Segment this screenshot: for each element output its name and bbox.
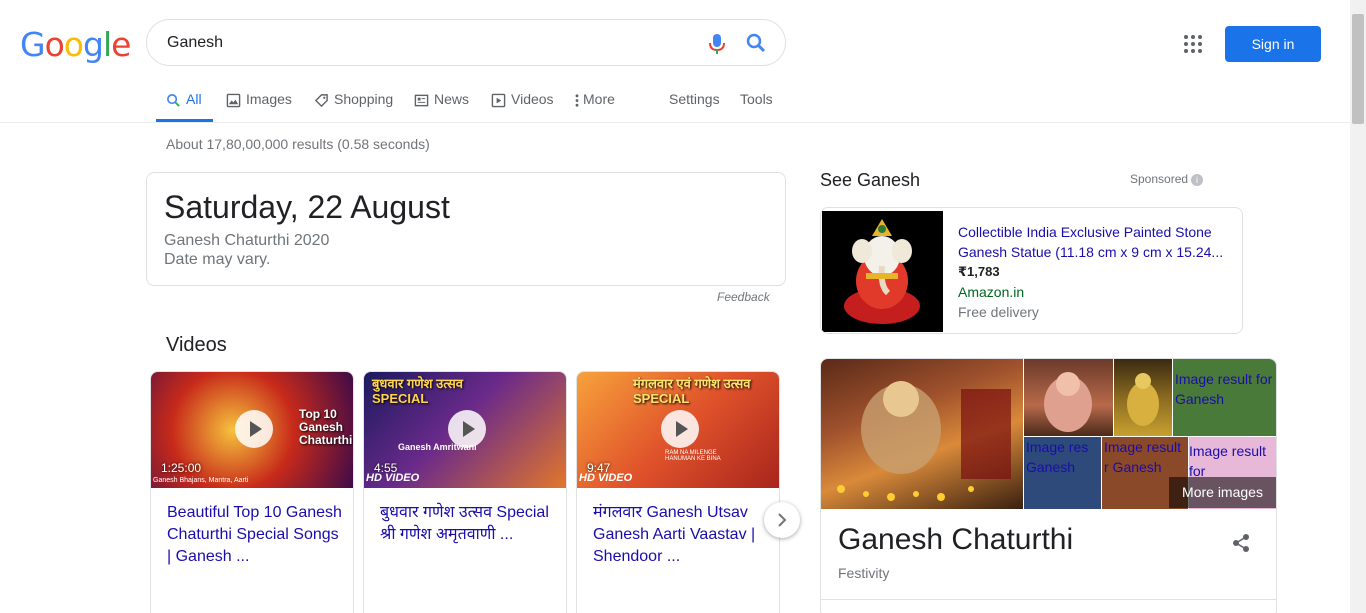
tab-label: News: [434, 91, 470, 107]
thumbnail-text: बुधवार गणेश उत्सव SPECIAL: [372, 376, 463, 406]
tab-label: Videos: [511, 91, 554, 107]
sponsored-label[interactable]: Sponsored i: [1130, 172, 1204, 186]
news-icon: [414, 94, 429, 107]
knowledge-image-main[interactable]: [821, 359, 1023, 509]
knowledge-panel-subtitle: Festivity: [838, 565, 890, 581]
videos-next-button[interactable]: [764, 502, 800, 538]
knowledge-image[interactable]: [1024, 359, 1113, 436]
broken-image-alt: Image result for Ganesh: [1175, 371, 1273, 407]
tab-label: Images: [246, 91, 292, 107]
tab-more[interactable]: More: [574, 80, 615, 122]
shopping-heading: See Ganesh: [820, 170, 921, 190]
video-card[interactable]: Top 10 Ganesh Chaturthi Ganesh Bhajans, …: [150, 371, 354, 613]
logo-letter: o: [44, 25, 65, 64]
panel-divider: [821, 599, 1276, 600]
tab-tools[interactable]: Tools: [740, 80, 773, 122]
sign-in-button[interactable]: Sign in: [1225, 26, 1321, 62]
video-thumbnail[interactable]: बुधवार गणेश उत्सव SPECIAL Ganesh Amritwa…: [364, 372, 566, 488]
video-thumbnail[interactable]: मंगलवार एवं गणेश उत्सव SPECIAL RAM NA MI…: [577, 372, 779, 488]
feedback-link[interactable]: Feedback: [717, 290, 770, 304]
google-logo[interactable]: Google: [20, 25, 131, 64]
product-ad-card[interactable]: Collectible India Exclusive Painted Ston…: [820, 207, 1243, 334]
image-icon: [226, 93, 241, 108]
logo-letter: e: [111, 25, 131, 64]
sponsored-text: Sponsored: [1130, 172, 1189, 186]
product-image[interactable]: [822, 211, 943, 332]
thumbnail-text: मंगलवार एवं गणेश उत्सव SPECIAL: [633, 376, 751, 406]
ganesh-statue-image: [822, 211, 943, 332]
more-vert-icon: [575, 94, 579, 107]
tab-settings[interactable]: Settings: [669, 80, 720, 122]
microphone-icon[interactable]: [707, 32, 727, 56]
ganesh-idol-image: [837, 381, 1011, 501]
product-price: ₹1,783: [958, 264, 1000, 279]
play-icon[interactable]: [235, 410, 273, 448]
search-results-page: Google Sign in All Images Shopping: [0, 0, 1366, 613]
logo-letter: g: [82, 25, 104, 64]
broken-image-alt: Image result for: [1189, 443, 1267, 479]
product-title-link[interactable]: Collectible India Exclusive Painted Ston…: [958, 222, 1230, 262]
search-icon: [167, 93, 180, 107]
video-card[interactable]: मंगलवार एवं गणेश उत्सव SPECIAL RAM NA MI…: [576, 371, 780, 613]
tab-images[interactable]: Images: [226, 80, 292, 122]
videos-heading: Videos: [166, 334, 227, 356]
knowledge-image[interactable]: [1114, 359, 1172, 436]
video-card[interactable]: बुधवार गणेश उत्सव SPECIAL Ganesh Amritwa…: [363, 371, 567, 613]
knowledge-image[interactable]: Image res Ganesh: [1024, 437, 1101, 509]
tab-label: Shopping: [334, 91, 394, 107]
video-icon: [491, 93, 506, 108]
date-note: Date may vary.: [164, 251, 271, 268]
video-duration: 1:25:00: [161, 461, 202, 475]
scrollbar-thumb[interactable]: [1352, 14, 1364, 124]
page-scrollbar[interactable]: [1350, 0, 1366, 613]
search-box[interactable]: [146, 19, 786, 66]
play-icon[interactable]: [448, 410, 486, 448]
knowledge-image[interactable]: Image result for Ganesh: [1173, 359, 1276, 436]
thumbnail-footer: RAM NA MILENGE HANUMAN KE BINA: [665, 450, 721, 462]
search-icon[interactable]: [745, 32, 767, 54]
tab-label: All: [186, 91, 202, 107]
apps-grid-icon[interactable]: [1183, 34, 1203, 54]
product-shipping: Free delivery: [958, 304, 1039, 320]
video-thumbnail[interactable]: Top 10 Ganesh Chaturthi Ganesh Bhajans, …: [151, 372, 353, 488]
more-images-button[interactable]: More images: [1169, 477, 1276, 508]
logo-letter: o: [63, 25, 84, 64]
video-title[interactable]: मंगलवार Ganesh Utsav Ganesh Aarti Vaasta…: [593, 502, 771, 568]
video-title[interactable]: Beautiful Top 10 Ganesh Chaturthi Specia…: [167, 502, 345, 568]
date-answer-subtitle: Ganesh Chaturthi 2020 Date may vary.: [164, 231, 329, 269]
chevron-right-icon: [778, 513, 787, 527]
search-input[interactable]: [167, 32, 687, 54]
tab-all[interactable]: All: [156, 80, 213, 122]
share-icon[interactable]: [1231, 533, 1251, 553]
broken-image-alt: Image res Ganesh: [1026, 439, 1089, 475]
event-name: Ganesh Chaturthi 2020: [164, 232, 330, 249]
header-divider: [0, 122, 1350, 123]
info-icon[interactable]: i: [1191, 173, 1204, 186]
thumbnail-footer: Ganesh Bhajans, Mantra, Aarti: [153, 477, 249, 484]
tab-news[interactable]: News: [414, 80, 469, 122]
broken-image-alt: Image result r Ganesh: [1104, 439, 1182, 475]
thumbnail-text: Top 10 Ganesh Chaturthi: [299, 407, 353, 447]
knowledge-panel-title: Ganesh Chaturthi: [838, 523, 1074, 556]
product-store: Amazon.in: [958, 284, 1025, 300]
tag-icon: [314, 93, 328, 107]
tab-shopping[interactable]: Shopping: [314, 80, 393, 122]
video-duration: 4:55: [374, 461, 398, 475]
ganesh-image: [1127, 373, 1159, 426]
knowledge-panel: Image result for Ganesh Image res Ganesh…: [820, 358, 1277, 613]
logo-letter: G: [20, 25, 46, 64]
ganesh-image: [1044, 372, 1092, 432]
tab-videos[interactable]: Videos: [491, 80, 554, 122]
logo-letter: l: [102, 25, 112, 64]
video-title[interactable]: बुधवार गणेश उत्सव Special श्री गणेश अमृत…: [380, 502, 558, 546]
video-duration: 9:47: [587, 461, 611, 475]
date-answer-title: Saturday, 22 August: [164, 189, 450, 225]
play-icon[interactable]: [661, 410, 699, 448]
result-stats: About 17,80,00,000 results (0.58 seconds…: [166, 136, 430, 152]
tab-label: More: [583, 91, 615, 107]
date-answer-card: Saturday, 22 August Ganesh Chaturthi 202…: [146, 172, 786, 286]
